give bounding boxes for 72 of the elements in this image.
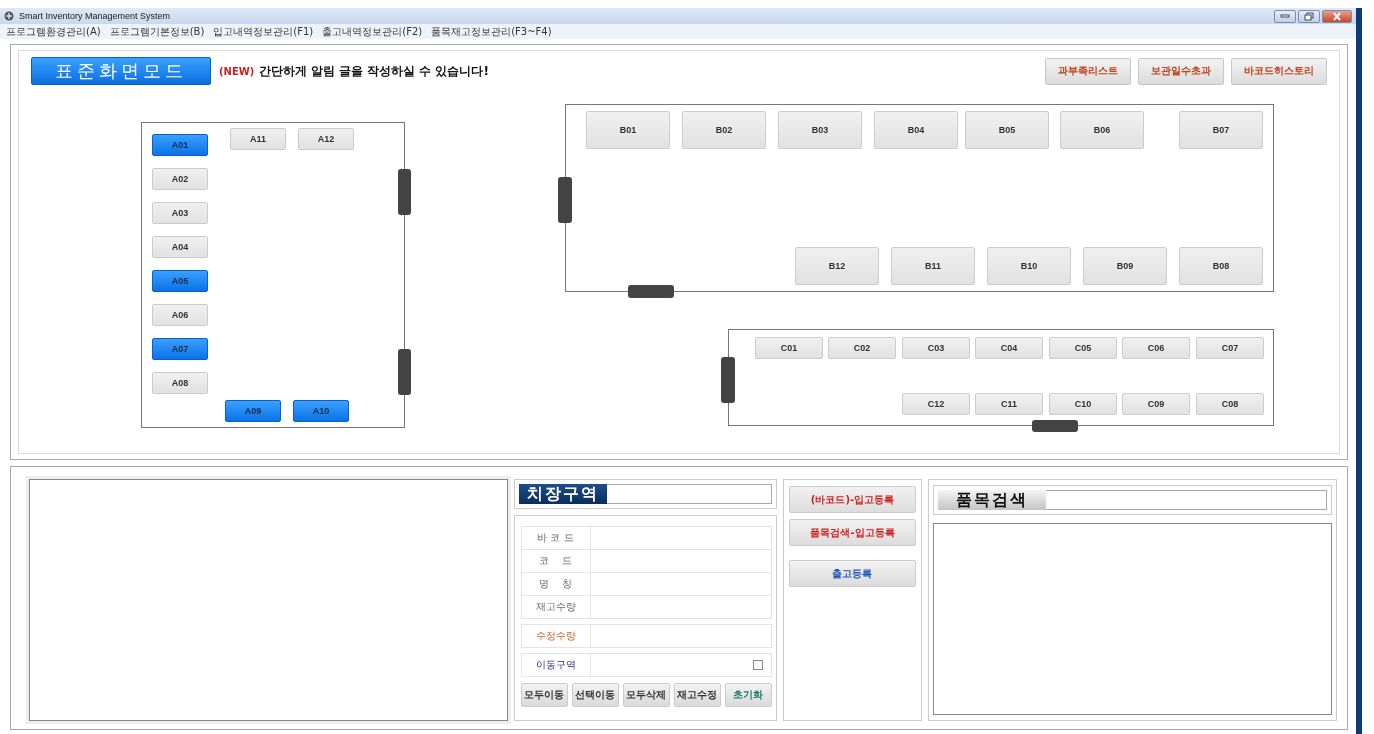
restore-icon bbox=[1304, 11, 1314, 21]
storage-slot[interactable]: C08 bbox=[1196, 393, 1264, 415]
action-button[interactable]: 선택이동 bbox=[571, 683, 619, 707]
storage-slot[interactable]: B02 bbox=[682, 111, 766, 149]
storage-slot[interactable]: B12 bbox=[795, 247, 879, 285]
close-icon bbox=[1332, 11, 1342, 21]
door-marker bbox=[1032, 420, 1078, 432]
storage-slot[interactable]: C05 bbox=[1049, 337, 1117, 359]
storage-slot[interactable]: A01 bbox=[152, 134, 208, 156]
storage-slot[interactable]: C01 bbox=[755, 337, 823, 359]
notice-text: (NEW) 간단하게 알림 글을 작성하실 수 있습니다! bbox=[219, 62, 489, 80]
storage-slot[interactable]: B10 bbox=[987, 247, 1071, 285]
storage-slot[interactable]: B06 bbox=[1060, 111, 1144, 149]
storage-slot[interactable]: A05 bbox=[152, 270, 208, 292]
storage-slot[interactable]: B03 bbox=[778, 111, 862, 149]
storage-slot[interactable]: C07 bbox=[1196, 337, 1264, 359]
storage-slot[interactable]: C04 bbox=[975, 337, 1043, 359]
close-button[interactable] bbox=[1322, 9, 1352, 23]
action-button[interactable]: 모두이동 bbox=[520, 683, 568, 707]
report-button[interactable]: 바코드히스토리 bbox=[1231, 57, 1327, 85]
door-marker bbox=[558, 177, 572, 223]
storage-slot[interactable]: C02 bbox=[828, 337, 896, 359]
storage-slot[interactable]: A08 bbox=[152, 372, 208, 394]
menu-item[interactable]: 품목재고정보관리(F3~F4) bbox=[431, 24, 552, 39]
zone-title: 치장구역 bbox=[518, 484, 607, 504]
storage-slot[interactable]: A03 bbox=[152, 202, 208, 224]
report-button[interactable]: 보관일수초과 bbox=[1138, 57, 1224, 85]
storage-slot[interactable]: B11 bbox=[891, 247, 975, 285]
storage-slot[interactable]: A02 bbox=[152, 168, 208, 190]
storage-slot[interactable]: B09 bbox=[1083, 247, 1167, 285]
door-marker bbox=[398, 169, 411, 215]
storage-slot[interactable]: B05 bbox=[965, 111, 1049, 149]
app-icon bbox=[4, 11, 14, 21]
storage-slot[interactable]: C11 bbox=[975, 393, 1043, 415]
storage-slot[interactable]: C06 bbox=[1122, 337, 1190, 359]
storage-slot[interactable]: A07 bbox=[152, 338, 208, 360]
window-title: Smart Inventory Management System bbox=[19, 11, 171, 21]
search-title: 품목검색 bbox=[938, 490, 1047, 510]
restore-button[interactable] bbox=[1298, 9, 1320, 23]
mode-button[interactable]: 표준화면모드 bbox=[31, 57, 211, 85]
storage-slot[interactable]: C12 bbox=[902, 393, 970, 415]
storage-slot[interactable]: A12 bbox=[298, 128, 354, 150]
action-button[interactable]: 초기화 bbox=[724, 683, 772, 707]
minimize-icon bbox=[1280, 14, 1290, 18]
door-marker bbox=[398, 349, 411, 395]
storage-slot[interactable]: A09 bbox=[225, 400, 281, 422]
door-marker bbox=[628, 285, 674, 298]
storage-slot[interactable]: B04 bbox=[874, 111, 958, 149]
storage-slot[interactable]: C03 bbox=[902, 337, 970, 359]
minimize-button[interactable] bbox=[1274, 9, 1296, 23]
menu-item[interactable]: 입고내역정보관리(F1) bbox=[213, 24, 314, 39]
storage-slot[interactable]: B01 bbox=[586, 111, 670, 149]
menu-item[interactable]: 프로그램환경관리(A) bbox=[6, 24, 101, 39]
storage-slot[interactable]: A10 bbox=[293, 400, 349, 422]
storage-slot[interactable]: C09 bbox=[1122, 393, 1190, 415]
storage-slot[interactable]: A06 bbox=[152, 304, 208, 326]
search-field[interactable] bbox=[1046, 490, 1327, 510]
storage-slot[interactable]: B08 bbox=[1179, 247, 1263, 285]
menu-item[interactable]: 프로그램기본정보(B) bbox=[109, 24, 205, 39]
register-button[interactable]: 출고등록 bbox=[788, 560, 917, 587]
storage-slot[interactable]: B07 bbox=[1179, 111, 1263, 149]
action-button[interactable]: 모두삭제 bbox=[622, 683, 670, 707]
zone-field[interactable] bbox=[606, 484, 772, 504]
storage-slot[interactable]: A11 bbox=[230, 128, 286, 150]
action-button[interactable]: 재고수정 bbox=[673, 683, 721, 707]
menu-item[interactable]: 출고내역정보관리(F2) bbox=[322, 24, 423, 39]
register-button[interactable]: (바코드)-입고등록 bbox=[788, 486, 917, 513]
storage-slot[interactable]: C10 bbox=[1049, 393, 1117, 415]
report-button[interactable]: 과부족리스트 bbox=[1045, 57, 1131, 85]
storage-slot[interactable]: A04 bbox=[152, 236, 208, 258]
register-button[interactable]: 품목검색-입고등록 bbox=[788, 519, 917, 546]
door-marker bbox=[721, 357, 735, 403]
